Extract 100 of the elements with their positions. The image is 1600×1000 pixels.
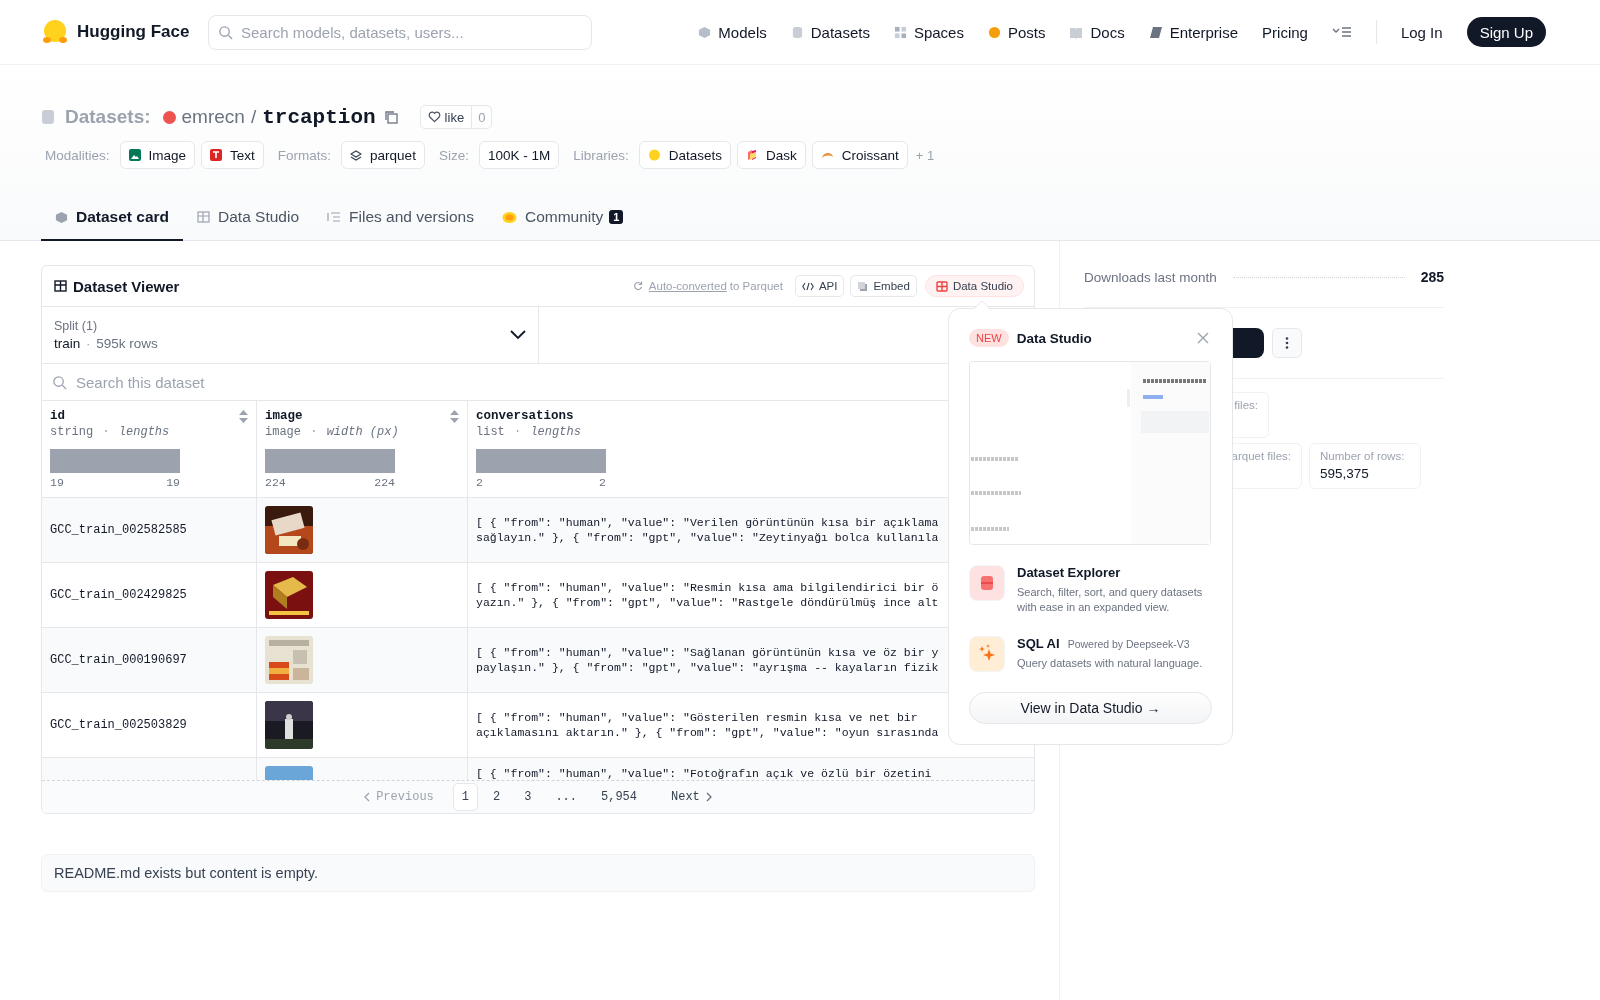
table-cell: açıklamasını aktarın." }, { "from": "gpt", "value": "oyun sırasında (476, 726, 939, 739)
heart-icon (427, 111, 441, 123)
nav-link[interactable]: Posts (987, 23, 1046, 41)
search-icon (52, 375, 67, 390)
nav-link[interactable]: Datasets (790, 23, 870, 41)
chevron-left-icon (363, 792, 371, 802)
table-cell: GCC_train_000190697 (50, 653, 187, 667)
table-cell: [ { "from": "human", "value": "Gösterilen resmin kısa ve net bir (476, 711, 918, 724)
nav-link[interactable]: Pricing (1262, 23, 1308, 41)
sort-icon[interactable] (239, 409, 248, 423)
tab[interactable]: Files and versions (313, 195, 488, 241)
view-in-studio-button[interactable]: View in Data Studio → (969, 691, 1212, 724)
tag[interactable]: Croissant (811, 141, 908, 169)
page-link[interactable]: 5,954 (592, 783, 646, 811)
feature-title: SQL AI (1017, 635, 1060, 651)
table-cell: [ { "from": "human", "value": "Sağlanan görüntünün kısa ve öz bir y (476, 646, 939, 659)
parallelogram-icon (1148, 25, 1163, 39)
logo-link[interactable]: Hugging Face (41, 18, 208, 46)
table-cell: [ { "from": "human", "value": "Fotoğrafın açık ve özlü bir özetini (476, 767, 932, 780)
axis-label: 224 (265, 476, 286, 489)
tag[interactable]: Image (119, 141, 196, 169)
table-cell: sağlayın." }, { "from": "gpt", "value": "Zeytinyağı bolca kullanıla (476, 531, 939, 544)
viewer-button[interactable]: API (794, 275, 845, 297)
nav-link[interactable]: Enterprise (1148, 23, 1239, 41)
table-icon (197, 211, 211, 223)
viewer-button[interactable]: Data Studio (924, 275, 1024, 297)
tag-group-label: Modalities: (45, 147, 110, 163)
search-icon (218, 24, 233, 40)
downloads-count: 285 (1420, 269, 1444, 285)
chevron-down-icon (510, 330, 526, 340)
page-link[interactable]: ... (546, 783, 586, 811)
login-link[interactable]: Log In (1400, 23, 1443, 41)
next-link[interactable]: Next (662, 783, 722, 811)
new-badge: NEW (969, 329, 1009, 347)
like-button[interactable]: like (420, 106, 473, 128)
converted-note: to Parquet (729, 280, 783, 292)
owner-link[interactable]: emrecn (181, 106, 245, 128)
more-options-icon[interactable] (1272, 328, 1302, 358)
feature-icon (969, 565, 1005, 601)
split-select[interactable]: Split (1) train · 595k rows (42, 307, 539, 363)
axis-label: 19 (166, 476, 180, 489)
book-icon (1069, 25, 1084, 39)
viewer-title: Dataset Viewer (73, 277, 180, 295)
column-type: string · lengths (50, 425, 171, 439)
tab[interactable]: Dataset card (41, 195, 184, 241)
nav-link[interactable]: Models (698, 23, 767, 41)
table-cell: GCC_train_002582585 (50, 523, 187, 537)
page-link[interactable]: 2 (484, 783, 510, 811)
column-name: id (50, 409, 65, 423)
readme-notice: README.md exists but content is empty. (41, 854, 1035, 892)
feature-note: Powered by Deepseek-V3 (1067, 637, 1190, 650)
chevron-right-icon (705, 792, 713, 802)
nav-link[interactable]: Spaces (893, 23, 964, 41)
feature-title: Dataset Explorer (1017, 565, 1121, 580)
cube-icon (55, 210, 68, 224)
search-field[interactable]: Search models, datasets, users... (208, 14, 592, 50)
close-icon[interactable] (1197, 332, 1209, 344)
stat-value: 595,375 (1320, 466, 1370, 481)
signup-button[interactable]: Sign Up (1466, 17, 1546, 47)
list-icon (327, 211, 342, 223)
tag[interactable]: Text (201, 141, 264, 169)
page-link[interactable]: 1 (452, 783, 478, 811)
cube-icon (698, 25, 712, 39)
tag[interactable]: 100K - 1M (478, 141, 560, 169)
image-icon (128, 149, 141, 161)
tag[interactable]: Datasets (638, 141, 731, 169)
tag-group-label: Size: (438, 147, 469, 163)
tag[interactable]: parquet (341, 141, 425, 169)
axis-label: 19 (50, 476, 64, 489)
feature-icon (969, 635, 1005, 672)
feature-description: Search, filter, sort, and query datasets with ease in an expanded view. (1017, 585, 1204, 616)
table-cell: paylaşın." }, { "from": "gpt", "value": "ayrışma -- kayaların fizik (476, 661, 939, 674)
copy-icon (857, 280, 869, 292)
tab[interactable]: Data Studio (183, 195, 314, 241)
column-type: image · width (px) (265, 425, 400, 439)
axis-label: 2 (476, 476, 483, 489)
table-cell: GCC_train_002503829 (50, 718, 187, 732)
tag-group-label: Formats: (277, 147, 332, 163)
table-cell: GCC_train_002429825 (50, 588, 187, 602)
viewer-button[interactable]: Embed (850, 275, 917, 297)
menu-icon[interactable] (1331, 26, 1352, 38)
cylinder-icon (41, 109, 55, 125)
like-count: 0 (477, 108, 487, 127)
sort-icon[interactable] (450, 409, 459, 423)
copy-icon[interactable] (383, 110, 398, 124)
table-cell: [ { "from": "human", "value": "Verilen görüntünün kısa bir açıklama (476, 516, 939, 529)
column-name: image (265, 409, 303, 423)
dot-icon (987, 25, 1001, 39)
owner-avatar (162, 110, 176, 124)
blob-icon (501, 210, 517, 224)
tab[interactable]: Community 1 (487, 195, 638, 241)
nav-link[interactable]: Docs (1069, 23, 1125, 41)
dataset-name[interactable]: trcaption (262, 105, 376, 129)
table-cell: [ { "from": "human", "value": "Resmin kısa ama bilgilendirici bir ö (476, 581, 939, 594)
table-cell: yazın." }, { "from": "gpt", "value": "Rastgele döndürülmüş ince alt (476, 596, 939, 609)
stat-label: arquet files: (1231, 450, 1291, 462)
tag[interactable]: Dask (737, 141, 806, 169)
layers-icon (350, 149, 363, 161)
page-link[interactable]: 3 (515, 783, 541, 811)
logo-icon (41, 18, 69, 46)
